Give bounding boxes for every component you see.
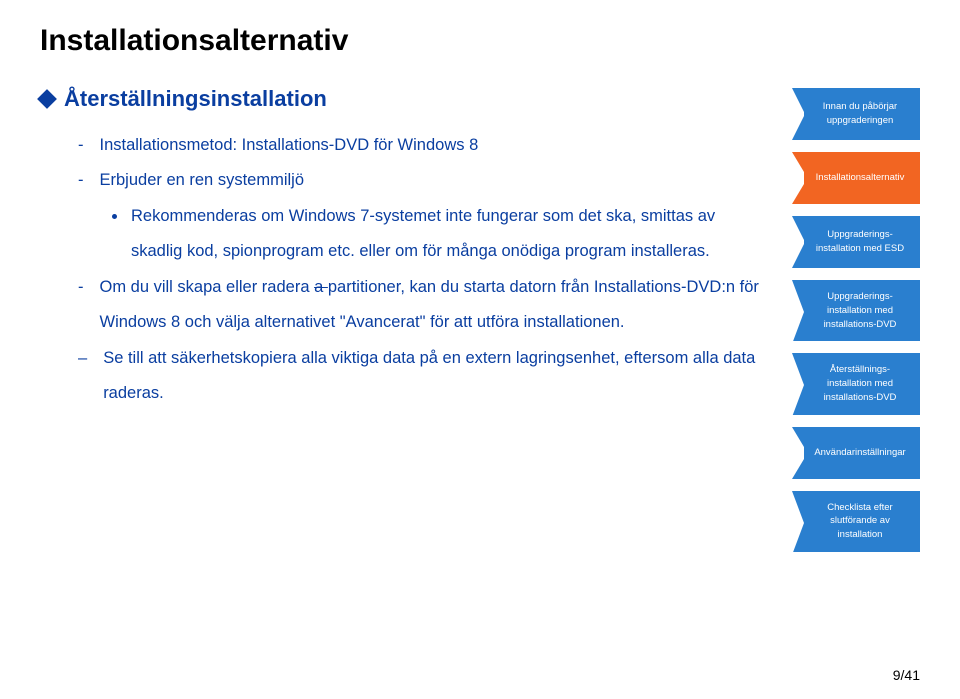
list-item: - Installationsmetod: Installations-DVD … — [78, 128, 766, 163]
endash-marker-icon: – — [78, 341, 87, 412]
dot-marker-icon — [112, 214, 117, 219]
dash-marker-icon: - — [78, 163, 84, 198]
nav-step-label: Användarinställningar — [814, 446, 905, 460]
subheading-text: Återställningsinstallation — [64, 86, 327, 112]
dash-marker-icon: - — [78, 270, 84, 341]
list-item-text: Om du vill skapa eller radera a partitio… — [100, 270, 767, 341]
strikethrough-text: a — [314, 278, 328, 296]
list-item: - Erbjuder en ren systemmiljö — [78, 163, 766, 198]
dash-marker-icon: - — [78, 128, 84, 163]
nav-step-upgrade-esd[interactable]: Uppgraderings-installation med ESD — [792, 216, 920, 268]
nav-step-upgrade-dvd[interactable]: Uppgraderings-installation med installat… — [792, 280, 920, 341]
subheading-row: Återställningsinstallation — [40, 86, 766, 112]
diamond-bullet-icon — [37, 89, 57, 109]
list-item-text: Installationsmetod: Installations-DVD fö… — [100, 128, 767, 163]
nav-step-label: Uppgraderings-installation med installat… — [808, 290, 912, 331]
nav-step-install-alternatives[interactable]: Installationsalternativ — [792, 152, 920, 204]
nav-step-restore-dvd[interactable]: Återställnings-installation med installa… — [792, 353, 920, 414]
page-title: Installationsalternativ — [40, 24, 920, 58]
text-fragment: Om du vill skapa eller radera — [100, 278, 315, 296]
list-item-text: Erbjuder en ren systemmiljö — [100, 163, 767, 198]
nav-step-label: Checklista efter slutförande av installa… — [808, 501, 912, 542]
sub-list-item: Rekommenderas om Windows 7-systemet inte… — [78, 199, 766, 270]
nav-step-label: Uppgraderings-installation med ESD — [808, 228, 912, 256]
nav-step-user-settings[interactable]: Användarinställningar — [792, 427, 920, 479]
list-item: – Se till att säkerhetskopiera alla vikt… — [78, 341, 766, 412]
bullet-list: - Installationsmetod: Installations-DVD … — [40, 128, 766, 412]
nav-step-label: Installationsalternativ — [816, 171, 905, 185]
list-item: - Om du vill skapa eller radera a partit… — [78, 270, 766, 341]
page-number: 9/41 — [893, 667, 920, 683]
sub-list-item-text: Rekommenderas om Windows 7-systemet inte… — [131, 199, 766, 270]
sidebar-nav: Innan du påbörjar uppgraderingen Install… — [792, 86, 920, 552]
nav-step-label: Återställnings-installation med installa… — [808, 363, 912, 404]
main-column: Återställningsinstallation - Installatio… — [40, 86, 766, 552]
nav-step-label: Innan du påbörjar uppgraderingen — [808, 100, 912, 128]
list-item-text: Se till att säkerhetskopiera alla viktig… — [103, 341, 766, 412]
content-row: Återställningsinstallation - Installatio… — [40, 86, 920, 552]
nav-step-before-upgrade[interactable]: Innan du påbörjar uppgraderingen — [792, 88, 920, 140]
nav-step-checklist[interactable]: Checklista efter slutförande av installa… — [792, 491, 920, 552]
